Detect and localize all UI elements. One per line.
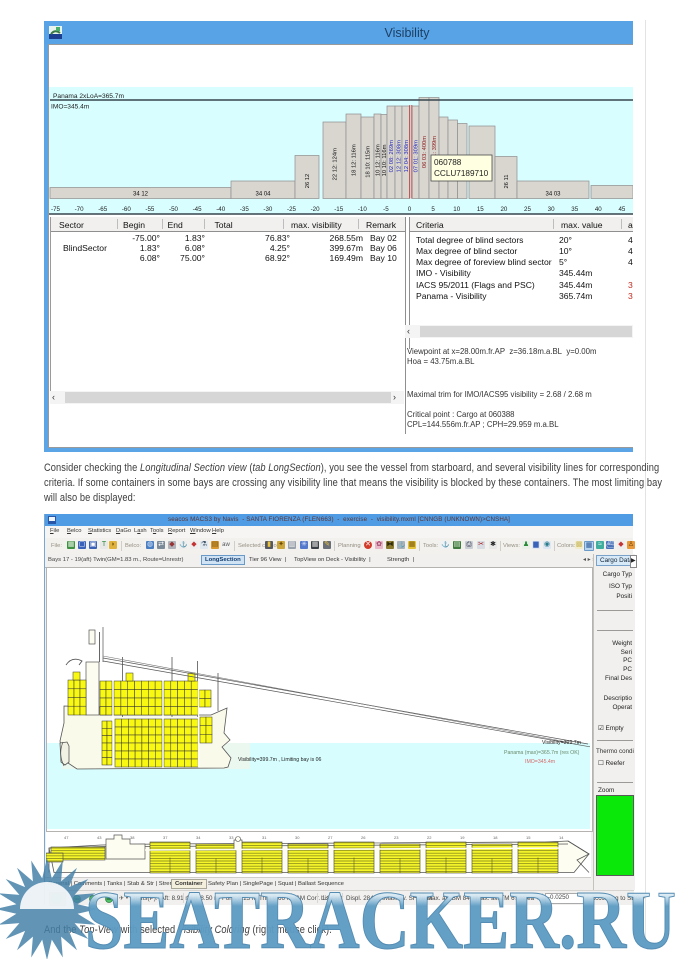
svg-text:-10: -10 <box>358 206 368 213</box>
svg-text:Visibility=399.7m: Visibility=399.7m <box>542 740 581 746</box>
svg-text:20: 20 <box>500 206 507 213</box>
svg-text:Visibility=399.7m , Limiting b: Visibility=399.7m , Limiting bay is 06 <box>238 757 321 763</box>
svg-text:15: 15 <box>477 206 484 213</box>
svg-text:060788: 060788 <box>434 158 462 167</box>
svg-text:-20: -20 <box>311 206 321 213</box>
svg-text:CCLU7189710: CCLU7189710 <box>434 169 489 178</box>
svg-text:35: 35 <box>571 206 578 213</box>
svg-text:-50: -50 <box>169 206 179 213</box>
svg-text:02 08: 269m: 02 08: 269m <box>389 140 395 172</box>
svg-text:22: 22 <box>427 835 432 840</box>
svg-text:10: 10 <box>453 206 460 213</box>
svg-text:12 04: 308m: 12 04: 308m <box>404 140 410 172</box>
svg-text:-30: -30 <box>263 206 273 213</box>
svg-text:47: 47 <box>64 835 69 840</box>
svg-text:-5: -5 <box>383 206 389 213</box>
svg-text:40: 40 <box>595 206 602 213</box>
svg-text:31: 31 <box>262 835 267 840</box>
svg-text:43: 43 <box>97 835 102 840</box>
svg-text:26: 26 <box>361 835 366 840</box>
svg-text:26 11: 26 11 <box>504 174 510 188</box>
svg-text:22 12: 124m: 22 12: 124m <box>333 148 339 180</box>
svg-text:14: 14 <box>559 835 564 840</box>
svg-text:34: 34 <box>196 835 201 840</box>
svg-text:-15: -15 <box>334 206 344 213</box>
svg-text:10 12: 116m: 10 12: 116m <box>376 144 382 176</box>
svg-text:IMO=345.4m: IMO=345.4m <box>51 104 90 111</box>
svg-text:-75: -75 <box>51 206 61 213</box>
svg-text:-40: -40 <box>216 206 226 213</box>
svg-text:18 10: 115m: 18 10: 115m <box>366 146 372 178</box>
svg-text:-70: -70 <box>75 206 85 213</box>
svg-text:33: 33 <box>229 835 234 840</box>
svg-text:0: 0 <box>408 206 412 213</box>
svg-text:26 12: 26 12 <box>305 174 311 189</box>
svg-text:19: 19 <box>460 835 465 840</box>
svg-text:37: 37 <box>163 835 168 840</box>
svg-text:34 12: 34 12 <box>133 192 149 198</box>
svg-text:06 03: 400m: 06 03: 400m <box>422 136 428 168</box>
svg-text:-45: -45 <box>193 206 203 213</box>
svg-text:23: 23 <box>394 835 399 840</box>
svg-text:18 12: 116m: 18 12: 116m <box>352 144 358 176</box>
svg-text:38: 38 <box>130 835 135 840</box>
svg-text:30: 30 <box>548 206 555 213</box>
svg-text:25: 25 <box>524 206 531 213</box>
svg-text:18: 18 <box>493 835 498 840</box>
svg-text:12 12: 308m: 12 12: 308m <box>397 140 403 172</box>
svg-text:15: 15 <box>526 835 531 840</box>
svg-text:IMO=345.4m: IMO=345.4m <box>525 759 555 765</box>
svg-text:Panama 2xLoA=365.7m: Panama 2xLoA=365.7m <box>53 93 124 100</box>
svg-text:27: 27 <box>328 835 333 840</box>
svg-text:30: 30 <box>295 835 300 840</box>
svg-text:-25: -25 <box>287 206 297 213</box>
svg-text:34 04: 34 04 <box>255 192 271 198</box>
svg-text:45: 45 <box>618 206 625 213</box>
svg-text:5: 5 <box>431 206 435 213</box>
svg-text:34 03: 34 03 <box>545 192 561 198</box>
svg-text:-60: -60 <box>122 206 132 213</box>
svg-text:-65: -65 <box>98 206 108 213</box>
svg-text:Panama (max)=365.7m (res OK): Panama (max)=365.7m (res OK) <box>504 750 580 756</box>
svg-text:07 01: 309m: 07 01: 309m <box>414 140 420 172</box>
svg-text:-55: -55 <box>145 206 155 213</box>
svg-text:-35: -35 <box>240 206 250 213</box>
